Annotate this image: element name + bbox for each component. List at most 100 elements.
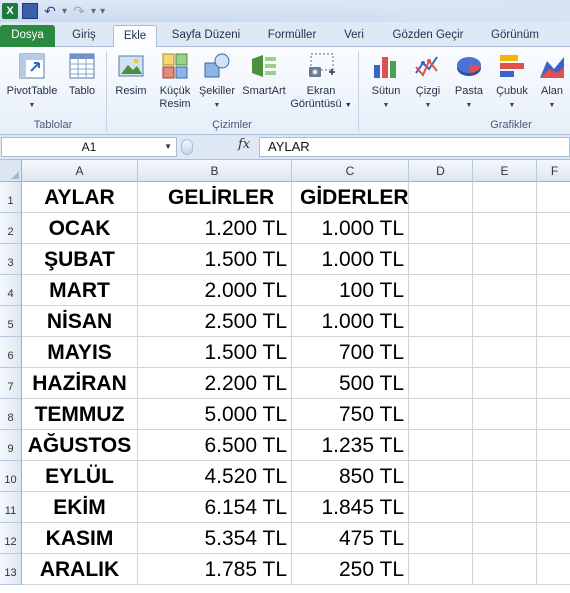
cell-f6[interactable] bbox=[537, 337, 570, 368]
tab-view[interactable]: Görünüm bbox=[482, 25, 548, 47]
row-header-11[interactable]: 11 bbox=[0, 492, 22, 523]
cell-a4[interactable]: MART bbox=[22, 275, 138, 306]
customize-quick-access-icon[interactable]: ▾ bbox=[100, 6, 105, 17]
screenshot-button[interactable]: Ekran Görüntüsü ▼ bbox=[290, 51, 352, 112]
pivottable-button[interactable]: PivotTable ▼ bbox=[2, 51, 62, 112]
row-header-10[interactable]: 10 bbox=[0, 461, 22, 492]
picture-button[interactable]: Resim bbox=[113, 51, 149, 98]
cell-f4[interactable] bbox=[537, 275, 570, 306]
cell-c1[interactable]: GİDERLER bbox=[292, 182, 409, 213]
line-chart-button[interactable]: Çizgi ▼ bbox=[410, 51, 446, 112]
column-header-c[interactable]: C bbox=[292, 160, 409, 182]
cell-d8[interactable] bbox=[409, 399, 473, 430]
insert-function-icon[interactable]: fx bbox=[238, 137, 250, 152]
cell-a9[interactable]: AĞUSTOS bbox=[22, 430, 138, 461]
pie-chart-button[interactable]: Pasta ▼ bbox=[450, 51, 488, 112]
column-header-f[interactable]: F bbox=[537, 160, 570, 182]
redo-dropdown-icon[interactable]: ▾ bbox=[91, 6, 96, 17]
cell-e4[interactable] bbox=[473, 275, 537, 306]
cell-d11[interactable] bbox=[409, 492, 473, 523]
cell-f10[interactable] bbox=[537, 461, 570, 492]
column-chart-button[interactable]: Sütun ▼ bbox=[366, 51, 406, 112]
cell-c6[interactable]: 700 TL bbox=[292, 337, 409, 368]
cell-b6[interactable]: 1.500 TL bbox=[138, 337, 292, 368]
cell-c3[interactable]: 1.000 TL bbox=[292, 244, 409, 275]
cell-b9[interactable]: 6.500 TL bbox=[138, 430, 292, 461]
cell-a11[interactable]: EKİM bbox=[22, 492, 138, 523]
select-all-button[interactable] bbox=[0, 160, 22, 182]
formula-bar-resize-handle[interactable] bbox=[181, 139, 193, 155]
cell-b5[interactable]: 2.500 TL bbox=[138, 306, 292, 337]
shapes-button[interactable]: Şekiller ▼ bbox=[197, 51, 237, 112]
cell-a7[interactable]: HAZİRAN bbox=[22, 368, 138, 399]
cell-c5[interactable]: 1.000 TL bbox=[292, 306, 409, 337]
bar-chart-button[interactable]: Çubuk ▼ bbox=[492, 51, 532, 112]
tab-review[interactable]: Gözden Geçir bbox=[382, 25, 474, 47]
row-header-9[interactable]: 9 bbox=[0, 430, 22, 461]
cell-c9[interactable]: 1.235 TL bbox=[292, 430, 409, 461]
tab-data[interactable]: Veri bbox=[336, 25, 372, 47]
cell-c4[interactable]: 100 TL bbox=[292, 275, 409, 306]
tab-home[interactable]: Giriş bbox=[62, 25, 106, 47]
undo-dropdown-icon[interactable]: ▾ bbox=[62, 6, 67, 17]
cell-f5[interactable] bbox=[537, 306, 570, 337]
cell-f9[interactable] bbox=[537, 430, 570, 461]
tab-insert[interactable]: Ekle bbox=[113, 25, 157, 47]
cell-e13[interactable] bbox=[473, 554, 537, 585]
name-box-dropdown-icon[interactable]: ▼ bbox=[164, 138, 172, 156]
cell-a1[interactable]: AYLAR bbox=[22, 182, 138, 213]
cell-a8[interactable]: TEMMUZ bbox=[22, 399, 138, 430]
cell-e12[interactable] bbox=[473, 523, 537, 554]
cell-e8[interactable] bbox=[473, 399, 537, 430]
cell-f2[interactable] bbox=[537, 213, 570, 244]
cell-d1[interactable] bbox=[409, 182, 473, 213]
row-header-13[interactable]: 13 bbox=[0, 554, 22, 585]
cell-b11[interactable]: 6.154 TL bbox=[138, 492, 292, 523]
table-button[interactable]: Tablo bbox=[64, 51, 100, 98]
cell-d9[interactable] bbox=[409, 430, 473, 461]
column-header-e[interactable]: E bbox=[473, 160, 537, 182]
save-icon[interactable] bbox=[22, 3, 38, 19]
cell-d6[interactable] bbox=[409, 337, 473, 368]
name-box[interactable]: A1 ▼ bbox=[1, 137, 177, 157]
cell-f11[interactable] bbox=[537, 492, 570, 523]
cell-d7[interactable] bbox=[409, 368, 473, 399]
cell-a2[interactable]: OCAK bbox=[22, 213, 138, 244]
redo-icon[interactable]: ↷ bbox=[71, 3, 87, 19]
cell-b1[interactable]: GELİRLER bbox=[138, 182, 292, 213]
cell-e2[interactable] bbox=[473, 213, 537, 244]
column-header-d[interactable]: D bbox=[409, 160, 473, 182]
cell-f12[interactable] bbox=[537, 523, 570, 554]
cell-d4[interactable] bbox=[409, 275, 473, 306]
cell-b3[interactable]: 1.500 TL bbox=[138, 244, 292, 275]
cell-c8[interactable]: 750 TL bbox=[292, 399, 409, 430]
cell-e11[interactable] bbox=[473, 492, 537, 523]
cell-e1[interactable] bbox=[473, 182, 537, 213]
cell-e7[interactable] bbox=[473, 368, 537, 399]
cell-e3[interactable] bbox=[473, 244, 537, 275]
tab-page-layout[interactable]: Sayfa Düzeni bbox=[164, 25, 248, 47]
cell-a13[interactable]: ARALIK bbox=[22, 554, 138, 585]
row-header-1[interactable]: 1 bbox=[0, 182, 22, 213]
cell-c10[interactable]: 850 TL bbox=[292, 461, 409, 492]
cell-a12[interactable]: KASIM bbox=[22, 523, 138, 554]
row-header-12[interactable]: 12 bbox=[0, 523, 22, 554]
cell-c2[interactable]: 1.000 TL bbox=[292, 213, 409, 244]
cell-c13[interactable]: 250 TL bbox=[292, 554, 409, 585]
area-chart-button[interactable]: Alan ▼ bbox=[534, 51, 570, 112]
row-header-7[interactable]: 7 bbox=[0, 368, 22, 399]
tab-file[interactable]: Dosya bbox=[0, 25, 55, 47]
cell-b12[interactable]: 5.354 TL bbox=[138, 523, 292, 554]
excel-logo-icon[interactable]: X bbox=[2, 3, 18, 19]
cell-f7[interactable] bbox=[537, 368, 570, 399]
cell-d2[interactable] bbox=[409, 213, 473, 244]
cell-e6[interactable] bbox=[473, 337, 537, 368]
column-header-b[interactable]: B bbox=[138, 160, 292, 182]
cell-c11[interactable]: 1.845 TL bbox=[292, 492, 409, 523]
cell-b2[interactable]: 1.200 TL bbox=[138, 213, 292, 244]
row-header-8[interactable]: 8 bbox=[0, 399, 22, 430]
cell-b8[interactable]: 5.000 TL bbox=[138, 399, 292, 430]
cell-a6[interactable]: MAYIS bbox=[22, 337, 138, 368]
tab-formulas[interactable]: Formüller bbox=[258, 25, 326, 47]
cell-c12[interactable]: 475 TL bbox=[292, 523, 409, 554]
